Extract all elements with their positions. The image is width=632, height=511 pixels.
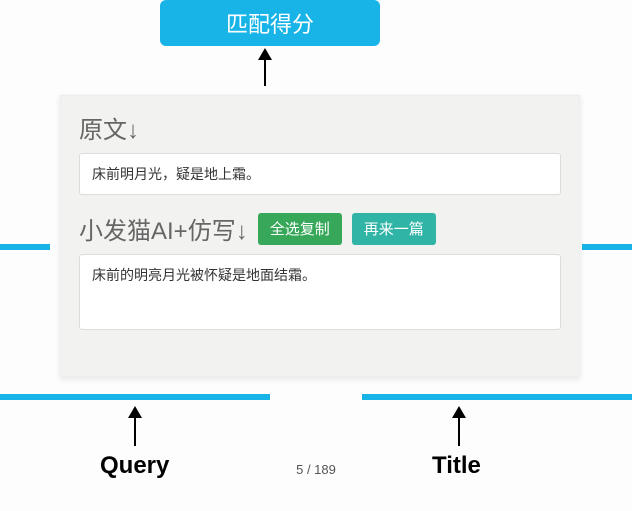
rewrite-textbox[interactable]: 床前的明亮月光被怀疑是地面结霜。 bbox=[79, 254, 561, 330]
arrow-down-query-icon bbox=[134, 408, 136, 446]
arrow-up-icon bbox=[264, 50, 266, 86]
score-pill: 匹配得分 bbox=[160, 0, 380, 46]
regenerate-label: 再来一篇 bbox=[364, 218, 424, 239]
query-bracket-icon bbox=[0, 360, 270, 400]
rewrite-section-title: 小发猫AI+仿写↓ 全选复制 再来一篇 bbox=[79, 211, 561, 246]
right-bracket-stub bbox=[582, 244, 632, 280]
original-label: 原文↓ bbox=[79, 110, 139, 145]
score-pill-text: 匹配得分 bbox=[226, 7, 314, 39]
page-indicator-text: 5 / 189 bbox=[296, 462, 336, 477]
left-bracket-stub bbox=[0, 244, 50, 280]
original-text: 床前明月光，疑是地上霜。 bbox=[92, 166, 260, 182]
title-bracket-icon bbox=[362, 360, 632, 400]
regenerate-button[interactable]: 再来一篇 bbox=[352, 213, 436, 245]
original-textbox[interactable]: 床前明月光，疑是地上霜。 bbox=[79, 153, 561, 195]
arrow-down-title-icon bbox=[458, 408, 460, 446]
rewrite-text: 床前的明亮月光被怀疑是地面结霜。 bbox=[92, 267, 316, 283]
original-section-title: 原文↓ bbox=[79, 110, 561, 145]
copy-all-label: 全选复制 bbox=[270, 218, 330, 239]
text-panel: 原文↓ 床前明月光，疑是地上霜。 小发猫AI+仿写↓ 全选复制 再来一篇 床前的… bbox=[60, 95, 580, 377]
copy-all-button[interactable]: 全选复制 bbox=[258, 213, 342, 245]
rewrite-label: 小发猫AI+仿写↓ bbox=[79, 211, 248, 246]
page-indicator: 5 / 189 bbox=[0, 462, 632, 477]
